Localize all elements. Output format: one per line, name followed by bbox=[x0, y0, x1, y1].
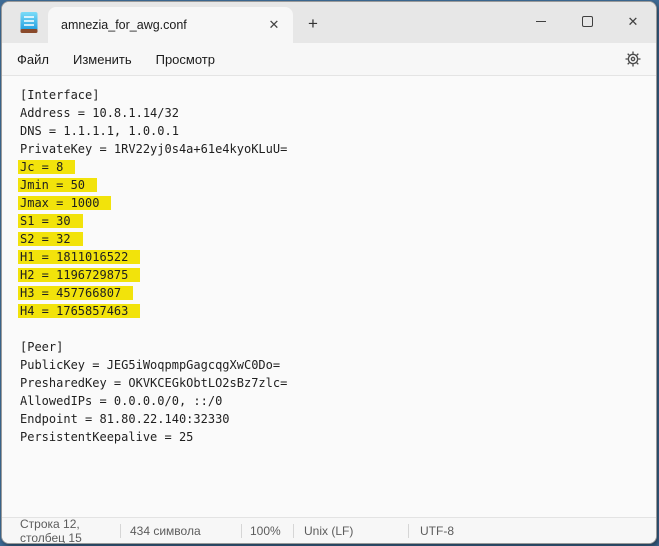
notepad-window: amnezia_for_awg.conf ✕ + ✕ Файл Изменить… bbox=[1, 1, 657, 544]
highlighted-text: H2 = 1196729875 bbox=[18, 268, 140, 282]
cursor-position-status: Строка 12, столбец 15 bbox=[2, 517, 120, 545]
editor-line: S1 = 30 bbox=[20, 212, 656, 230]
editor-line: Jc = 8 bbox=[20, 158, 656, 176]
editor-line: H4 = 1765857463 bbox=[20, 302, 656, 320]
encoding-status: UTF-8 bbox=[409, 524, 454, 538]
zoom-level-status: 100% bbox=[242, 524, 293, 538]
highlighted-text: H1 = 1811016522 bbox=[18, 250, 140, 264]
close-button[interactable]: ✕ bbox=[610, 2, 656, 40]
notepad-app-icon bbox=[19, 11, 39, 34]
settings-button[interactable] bbox=[623, 49, 643, 69]
editor-line: Endpoint = 81.80.22.140:32330 bbox=[20, 410, 656, 428]
editor-line: PersistentKeepalive = 25 bbox=[20, 428, 656, 446]
status-bar: Строка 12, столбец 15 434 символа 100% U… bbox=[2, 517, 656, 543]
gear-icon bbox=[624, 50, 642, 68]
char-count-status: 434 символа bbox=[121, 524, 241, 538]
minimize-icon bbox=[536, 21, 546, 22]
editor-line: [Interface] bbox=[20, 86, 656, 104]
title-bar[interactable]: amnezia_for_awg.conf ✕ + ✕ bbox=[2, 2, 656, 43]
text-editor-area[interactable]: [Interface]Address = 10.8.1.14/32DNS = 1… bbox=[2, 76, 656, 517]
menu-view[interactable]: Просмотр bbox=[144, 46, 227, 73]
highlighted-text: H4 = 1765857463 bbox=[18, 304, 140, 318]
highlighted-text: Jc = 8 bbox=[18, 160, 75, 174]
minimize-button[interactable] bbox=[518, 2, 564, 40]
editor-line: [Peer] bbox=[20, 338, 656, 356]
highlighted-text: Jmax = 1000 bbox=[18, 196, 111, 210]
highlighted-text: Jmin = 50 bbox=[18, 178, 97, 192]
maximize-button[interactable] bbox=[564, 2, 610, 40]
maximize-icon bbox=[582, 16, 593, 27]
close-icon: ✕ bbox=[628, 15, 639, 28]
highlighted-text: S2 = 32 bbox=[18, 232, 83, 246]
menu-file[interactable]: Файл bbox=[5, 46, 61, 73]
menu-edit[interactable]: Изменить bbox=[61, 46, 144, 73]
desktop-background: amnezia_for_awg.conf ✕ + ✕ Файл Изменить… bbox=[0, 0, 659, 546]
editor-line: Jmax = 1000 bbox=[20, 194, 656, 212]
editor-line: DNS = 1.1.1.1, 1.0.0.1 bbox=[20, 122, 656, 140]
editor-line: PresharedKey = OKVKCEGkObtLO2sBz7zlc= bbox=[20, 374, 656, 392]
menu-bar: Файл Изменить Просмотр bbox=[2, 43, 656, 76]
window-controls: ✕ bbox=[518, 2, 656, 40]
editor-line: H2 = 1196729875 bbox=[20, 266, 656, 284]
editor-line: H3 = 457766807 bbox=[20, 284, 656, 302]
editor-line: Address = 10.8.1.14/32 bbox=[20, 104, 656, 122]
editor-line: PrivateKey = 1RV22yj0s4a+61e4kyoKLuU= bbox=[20, 140, 656, 158]
highlighted-text: H3 = 457766807 bbox=[18, 286, 133, 300]
editor-line bbox=[20, 320, 656, 338]
editor-line: H1 = 1811016522 bbox=[20, 248, 656, 266]
tab-close-icon[interactable]: ✕ bbox=[263, 14, 285, 36]
tab-title: amnezia_for_awg.conf bbox=[61, 18, 187, 32]
new-tab-button[interactable]: + bbox=[299, 11, 327, 37]
document-tab[interactable]: amnezia_for_awg.conf ✕ bbox=[48, 7, 293, 43]
highlighted-text: S1 = 30 bbox=[18, 214, 83, 228]
editor-line: Jmin = 50 bbox=[20, 176, 656, 194]
line-endings-status: Unix (LF) bbox=[294, 524, 408, 538]
editor-line: AllowedIPs = 0.0.0.0/0, ::/0 bbox=[20, 392, 656, 410]
editor-line: PublicKey = JEG5iWoqpmpGagcqgXwC0Do= bbox=[20, 356, 656, 374]
editor-line: S2 = 32 bbox=[20, 230, 656, 248]
